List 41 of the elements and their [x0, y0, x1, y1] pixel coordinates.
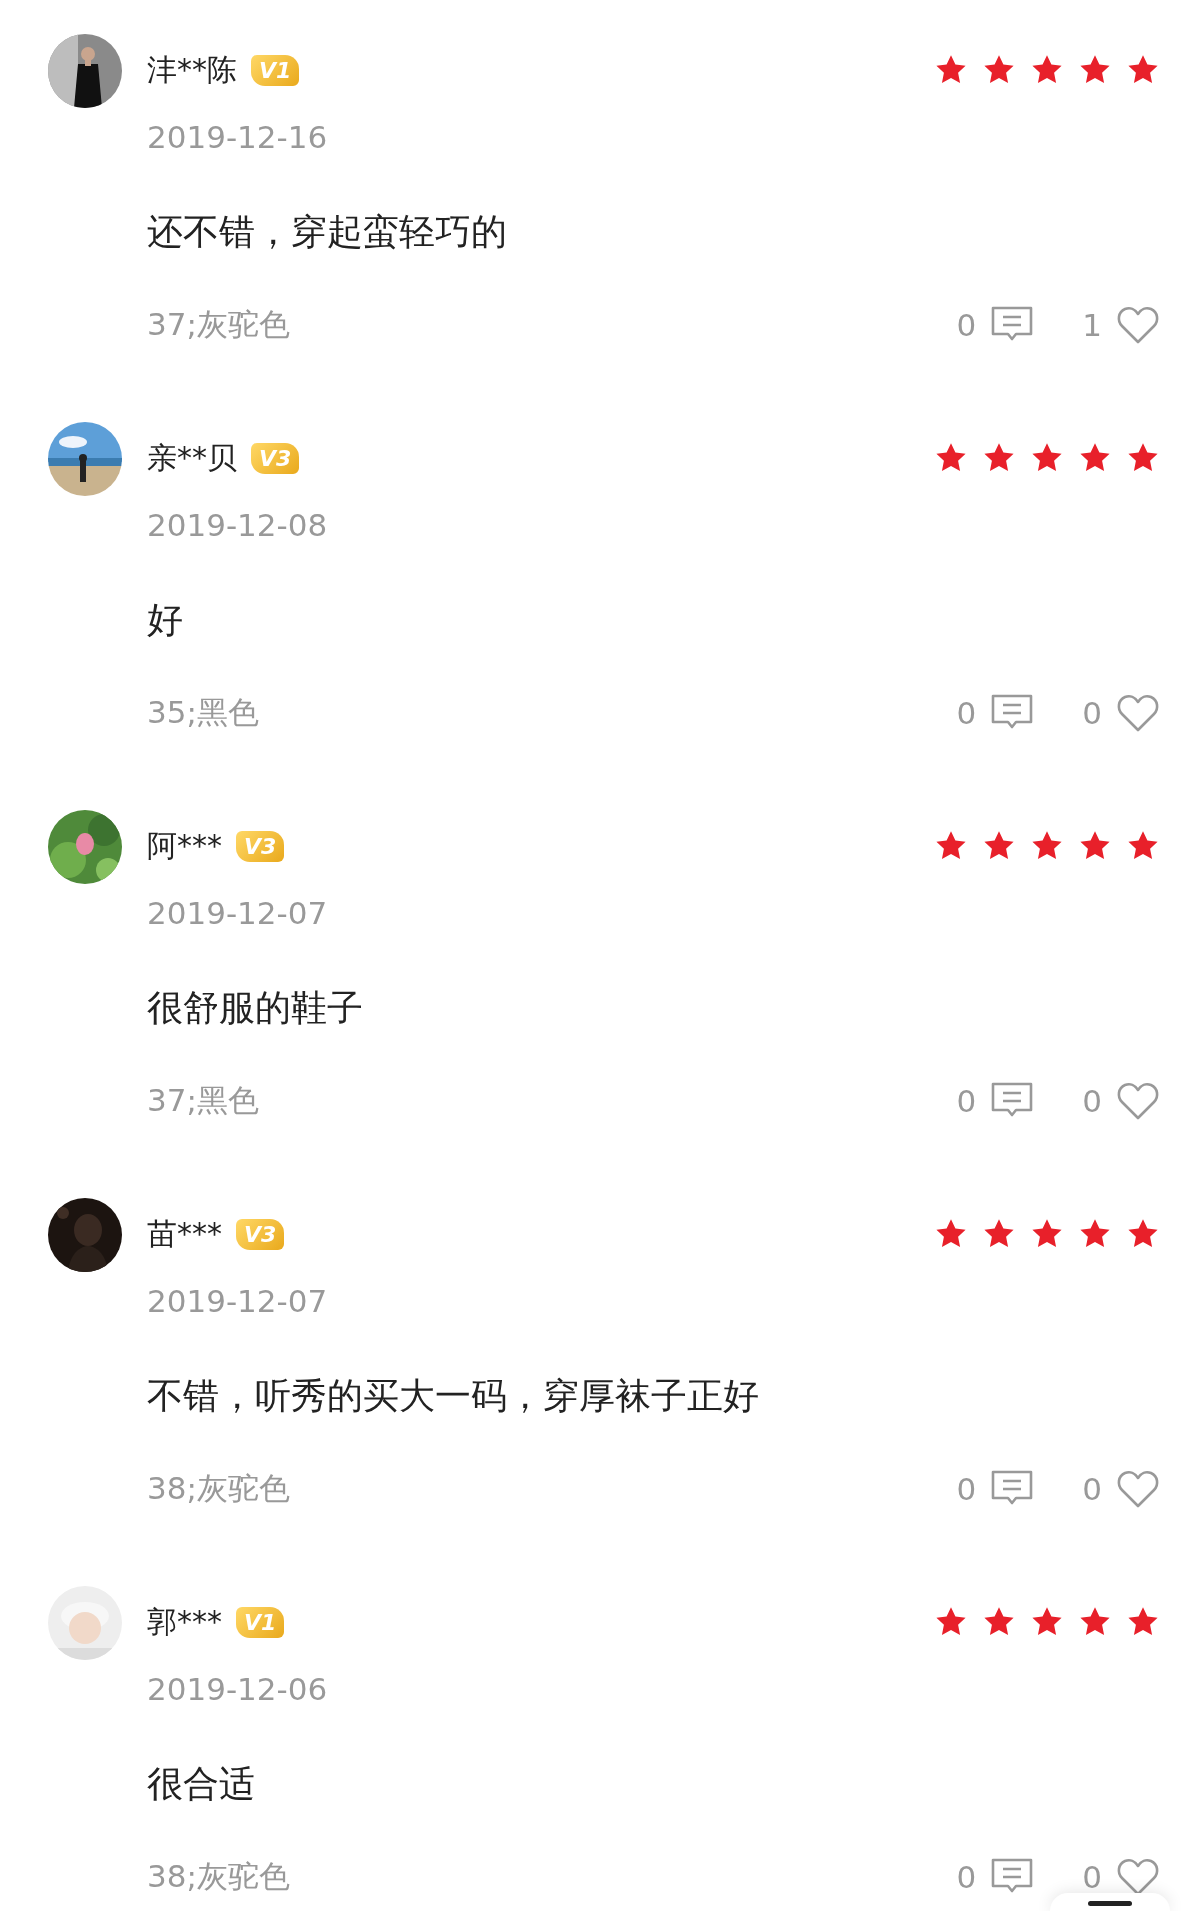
heart-icon — [1116, 693, 1160, 733]
comment-count: 0 — [956, 307, 977, 343]
level-badge: V3 — [236, 830, 285, 862]
level-badge: V1 — [236, 1606, 285, 1638]
product-spec: 35;黑色 — [147, 693, 259, 732]
like-count: 0 — [1082, 1859, 1102, 1895]
user-name: 亲**贝 — [147, 438, 237, 477]
comment-count: 0 — [956, 1859, 977, 1895]
product-spec: 37;黑色 — [147, 1081, 259, 1120]
user-name: 郭*** — [147, 1602, 222, 1641]
level-badge: V3 — [236, 1218, 285, 1250]
product-spec: 37;灰驼色 — [147, 305, 290, 344]
heart-icon — [1116, 1081, 1160, 1121]
review-date: 2019-12-08 — [147, 506, 329, 545]
level-badge: V1 — [251, 54, 300, 86]
user-name: 沣**陈 — [147, 50, 237, 89]
heart-icon — [1116, 1469, 1160, 1509]
product-spec: 38;灰驼色 — [147, 1857, 290, 1896]
comment-count: 0 — [956, 1471, 977, 1507]
review-text: 还不错，穿起蛮轻巧的 — [147, 210, 508, 254]
floating-button[interactable] — [1050, 1893, 1170, 1911]
user-name: 阿*** — [147, 826, 222, 865]
level-badge: V3 — [251, 442, 300, 474]
user-name: 苗*** — [147, 1214, 222, 1253]
review-text: 好 — [147, 598, 184, 642]
review-date: 2019-12-07 — [147, 1282, 329, 1321]
product-spec: 38;灰驼色 — [147, 1469, 290, 1508]
like-count: 0 — [1082, 1083, 1102, 1119]
minus-icon — [1088, 1901, 1132, 1906]
comment-count: 0 — [956, 1083, 977, 1119]
review-text: 很合适 — [147, 1762, 256, 1806]
heart-icon — [1116, 305, 1160, 345]
like-count: 1 — [1082, 307, 1102, 343]
like-count: 0 — [1082, 695, 1102, 731]
review-text: 很舒服的鞋子 — [147, 986, 364, 1030]
like-count: 0 — [1082, 1471, 1102, 1507]
comment-count: 0 — [956, 695, 977, 731]
review-date: 2019-12-06 — [147, 1670, 329, 1709]
review-date: 2019-12-07 — [147, 894, 329, 933]
review-text: 不错，听秀的买大一码，穿厚袜子正好 — [147, 1374, 760, 1418]
review-date: 2019-12-16 — [147, 118, 329, 157]
